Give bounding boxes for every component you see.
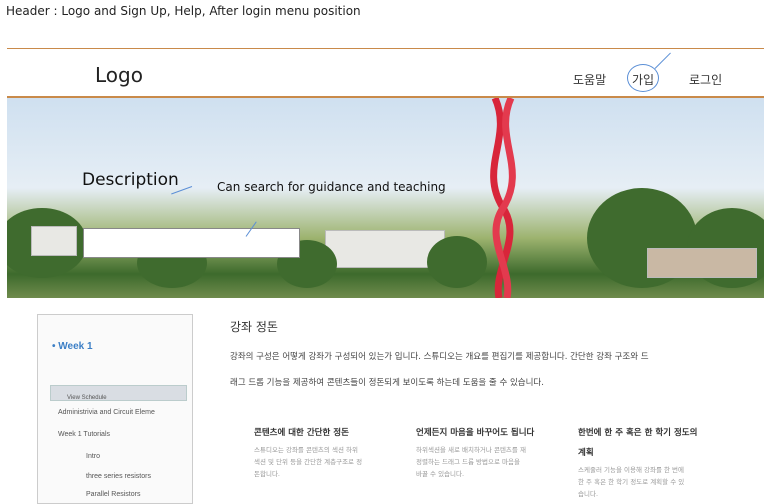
- column-text: 스케줄러 기능을 이용해 강좌를 한 번에 한 주 혹은 한 학기 정도로 계획…: [578, 466, 685, 498]
- nav-login[interactable]: 로그인: [689, 71, 722, 88]
- preview-bar: View Schedule: [50, 385, 187, 401]
- annotation-description-label: Description: [82, 170, 179, 190]
- content-section: • Week 1 View Schedule Administrivia and…: [0, 298, 764, 504]
- column-text: 스튜디오는 강좌를 콘텐츠의 섹션 하위 섹션 및 단위 등을 간단한 계층구조…: [254, 446, 363, 478]
- nav-help[interactable]: 도움말: [573, 71, 606, 88]
- course-preview-image: • Week 1 View Schedule Administrivia and…: [37, 314, 193, 504]
- site-header: Logo 도움말 가입 로그인: [7, 48, 764, 98]
- section-text: 강좌의 구성은 어떻게 강좌가 구성되어 있는가 입니다. 스튜디오는 개요를 …: [230, 352, 649, 362]
- column-title: 언제든지 마음을 바꾸어도 됩니다: [416, 428, 535, 438]
- preview-bar-label: View Schedule: [67, 395, 107, 401]
- column-title: 한번에 한 주 혹은 한 학기 정도의: [578, 428, 698, 438]
- search-input[interactable]: [83, 228, 300, 258]
- preview-row: three series resistors: [86, 473, 151, 480]
- hero-banner: Description Can search for guidance and …: [7, 98, 764, 298]
- column-title: 계획: [578, 448, 594, 458]
- building-image: [31, 226, 77, 256]
- sculpture-image: [490, 98, 516, 298]
- annotation-header-note: Header : Logo and Sign Up, Help, After l…: [6, 4, 361, 18]
- logo[interactable]: Logo: [95, 63, 143, 87]
- column-title: 콘텐츠에 대한 간단한 정돈: [254, 428, 349, 438]
- nav-signup[interactable]: 가입: [632, 71, 654, 88]
- preview-row: Parallel Resistors: [86, 491, 141, 498]
- section-text: 래그 드롭 기능을 제공하여 콘텐츠들이 정돈되게 보이도록 하는데 도움을 줄…: [230, 378, 544, 388]
- building-image: [647, 248, 757, 278]
- week-label: • Week 1: [52, 341, 93, 352]
- preview-row: Week 1 Tutorials: [58, 431, 111, 438]
- preview-row: Administrivia and Circuit Eleme: [58, 409, 155, 416]
- preview-row: Intro: [86, 453, 101, 460]
- section-title: 강좌 정돈: [230, 320, 278, 334]
- annotation-search-hint: Can search for guidance and teaching: [217, 180, 446, 194]
- column-text: 하위섹션을 새로 배치하거나 콘텐츠를 재정렬하는 드래그 드롭 방법으로 마음…: [416, 446, 526, 478]
